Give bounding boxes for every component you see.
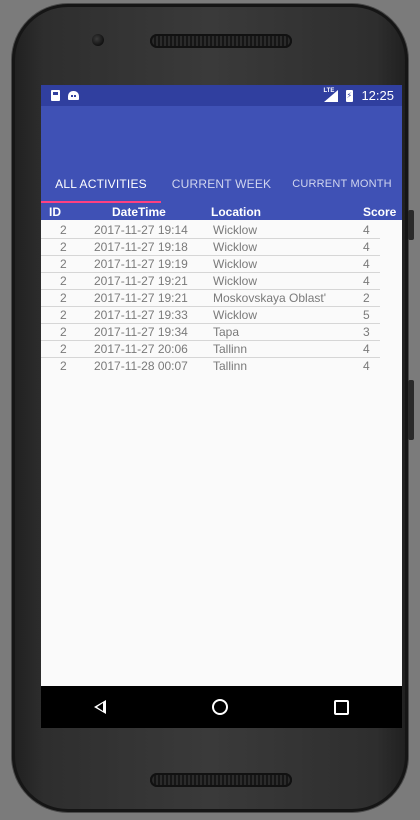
bottom-speaker xyxy=(150,773,292,787)
cell-id: 2 xyxy=(60,240,67,254)
phone-frame: LTE 12:25 ALL ACTIVITIES CURRENT WEEK CU… xyxy=(12,4,408,812)
cell-score: 4 xyxy=(363,257,370,271)
cell-score: 3 xyxy=(363,325,370,339)
cell-datetime: 2017-11-27 19:19 xyxy=(94,257,188,271)
navigation-bar xyxy=(41,686,402,728)
home-icon[interactable] xyxy=(212,699,228,715)
cell-id: 2 xyxy=(60,308,67,322)
cell-score: 4 xyxy=(363,342,370,356)
table-row[interactable]: 2 2017-11-27 19:18 Wicklow 4 xyxy=(41,239,380,256)
top-speaker xyxy=(150,34,292,48)
power-button xyxy=(408,210,414,240)
cell-location: Wicklow xyxy=(213,223,257,237)
cell-id: 2 xyxy=(60,359,67,373)
table-row[interactable]: 2 2017-11-27 19:19 Wicklow 4 xyxy=(41,256,380,273)
front-camera xyxy=(92,34,104,46)
app-bar: ALL ACTIVITIES CURRENT WEEK CURRENT MONT… xyxy=(41,106,402,203)
recents-icon[interactable] xyxy=(334,699,349,715)
cell-id: 2 xyxy=(60,291,67,305)
volume-button xyxy=(408,380,414,440)
cell-id: 2 xyxy=(60,274,67,288)
column-header-location[interactable]: Location xyxy=(211,205,261,219)
cell-id: 2 xyxy=(60,257,67,271)
screen: LTE 12:25 ALL ACTIVITIES CURRENT WEEK CU… xyxy=(41,85,402,728)
cell-id: 2 xyxy=(60,223,67,237)
cell-score: 4 xyxy=(363,359,370,373)
cell-score: 4 xyxy=(363,223,370,237)
cell-location: Tallinn xyxy=(213,359,248,373)
cell-location: Wicklow xyxy=(213,257,257,271)
table-row[interactable]: 2 2017-11-27 19:33 Wicklow 5 xyxy=(41,307,380,324)
cell-datetime: 2017-11-27 19:34 xyxy=(94,325,188,339)
cell-datetime: 2017-11-27 20:06 xyxy=(94,342,188,356)
column-header-id[interactable]: ID xyxy=(49,205,61,219)
lte-signal-icon: LTE xyxy=(323,87,339,102)
battery-charging-icon xyxy=(346,89,354,102)
cell-location: Moskovskaya Oblast' xyxy=(213,291,326,305)
android-icon xyxy=(68,91,79,100)
cell-datetime: 2017-11-27 19:18 xyxy=(94,240,188,254)
back-icon[interactable] xyxy=(94,700,106,714)
sd-card-icon xyxy=(51,90,60,101)
table-row[interactable]: 2 2017-11-27 19:21 Wicklow 4 xyxy=(41,273,380,290)
cell-score: 5 xyxy=(363,308,370,322)
cell-datetime: 2017-11-27 19:14 xyxy=(94,223,188,237)
cell-location: Wicklow xyxy=(213,274,257,288)
cell-datetime: 2017-11-27 19:21 xyxy=(94,291,188,305)
tab-current-month[interactable]: CURRENT MONTH xyxy=(282,178,402,190)
cell-location: Wicklow xyxy=(213,308,257,322)
cell-score: 2 xyxy=(363,291,370,305)
cell-datetime: 2017-11-27 19:21 xyxy=(94,274,188,288)
cell-id: 2 xyxy=(60,325,67,339)
cell-datetime: 2017-11-28 00:07 xyxy=(94,359,188,373)
cell-location: Wicklow xyxy=(213,240,257,254)
table-header: ID DateTime Location Score xyxy=(41,203,402,220)
table-row[interactable]: 2 2017-11-28 00:07 Tallinn 4 xyxy=(41,358,380,375)
column-header-datetime[interactable]: DateTime xyxy=(112,205,166,219)
table-row[interactable]: 2 2017-11-27 20:06 Tallinn 4 xyxy=(41,341,380,358)
cell-location: Tapa xyxy=(213,325,240,339)
status-bar: LTE 12:25 xyxy=(41,85,402,106)
cell-score: 4 xyxy=(363,274,370,288)
table-row[interactable]: 2 2017-11-27 19:14 Wicklow 4 xyxy=(41,222,380,239)
network-type-label: LTE xyxy=(323,87,335,94)
status-clock: 12:25 xyxy=(361,88,394,103)
tab-bar: ALL ACTIVITIES CURRENT WEEK CURRENT MONT… xyxy=(41,165,402,203)
cell-datetime: 2017-11-27 19:33 xyxy=(94,308,188,322)
cell-id: 2 xyxy=(60,342,67,356)
table-row[interactable]: 2 2017-11-27 19:34 Tapa 3 xyxy=(41,324,380,341)
cell-score: 4 xyxy=(363,240,370,254)
tab-current-week[interactable]: CURRENT WEEK xyxy=(161,177,282,191)
tab-all-activities[interactable]: ALL ACTIVITIES xyxy=(41,177,161,191)
cell-location: Tallinn xyxy=(213,342,248,356)
table-row[interactable]: 2 2017-11-27 19:21 Moskovskaya Oblast' 2 xyxy=(41,290,380,307)
activity-table: 2 2017-11-27 19:14 Wicklow 4 2 2017-11-2… xyxy=(41,222,402,375)
column-header-score[interactable]: Score xyxy=(363,205,396,219)
